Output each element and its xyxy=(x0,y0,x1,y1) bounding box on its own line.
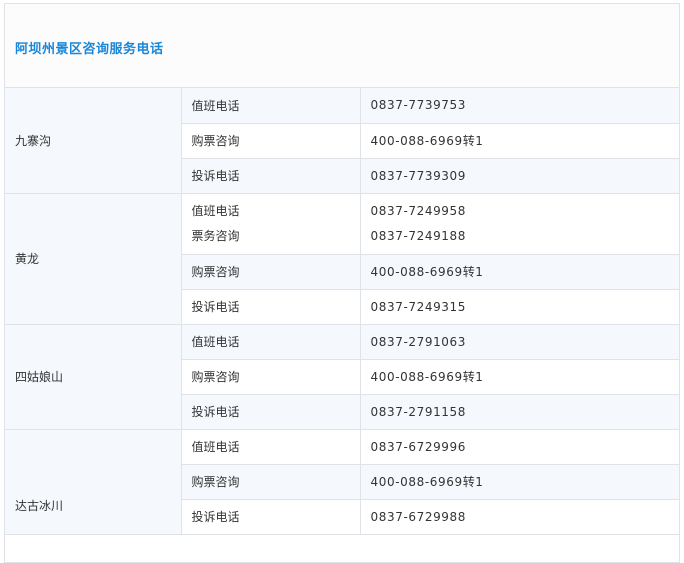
phone-number[interactable]: 0837-6729996 xyxy=(360,429,679,465)
phone-number: 0837-7249958 0837-7249188 xyxy=(360,193,679,255)
phone-number[interactable]: 0837-2791063 xyxy=(360,324,679,360)
phone-number[interactable]: 400-088-6969转1 xyxy=(360,254,679,290)
service-type: 购票咨询 xyxy=(181,464,361,500)
table-row: 四姑娘山 值班电话 0837-2791063 xyxy=(5,324,679,430)
service-type: 值班电话 票务咨询 xyxy=(181,193,361,255)
phone-number[interactable]: 400-088-6969转1 xyxy=(360,123,679,159)
service-type: 值班电话 xyxy=(181,429,361,465)
phone-number[interactable]: 0837-2791158 xyxy=(360,394,679,430)
phone-number-line[interactable]: 0837-7249188 xyxy=(371,224,670,249)
service-type-line: 值班电话 xyxy=(191,203,240,218)
service-type: 值班电话 xyxy=(181,88,361,124)
scenic-name-siguniangshan: 四姑娘山 xyxy=(5,324,182,430)
page-title: 阿坝州景区咨询服务电话 xyxy=(15,42,164,57)
service-type: 投诉电话 xyxy=(181,289,361,325)
phone-number[interactable]: 0837-6729988 xyxy=(360,499,679,535)
phone-number[interactable]: 0837-7739753 xyxy=(360,88,679,124)
table-header: 阿坝州景区咨询服务电话 xyxy=(5,4,679,88)
phone-number[interactable]: 0837-7249315 xyxy=(360,289,679,325)
table-row: 达古冰川 值班电话 0837-6729996 xyxy=(5,429,679,535)
phone-number[interactable]: 0837-7739309 xyxy=(360,158,679,194)
phone-table: 九寨沟 值班电话 0837-7739753 购票咨询 400-088-6969转… xyxy=(5,88,679,535)
service-type: 购票咨询 xyxy=(181,123,361,159)
scenic-name-jiuzhaigou: 九寨沟 xyxy=(5,88,182,194)
phone-number[interactable]: 400-088-6969转1 xyxy=(360,464,679,500)
service-type: 投诉电话 xyxy=(181,499,361,535)
scenic-name-daguglacier: 达古冰川 xyxy=(5,429,182,535)
service-type: 投诉电话 xyxy=(181,394,361,430)
service-type: 购票咨询 xyxy=(181,359,361,395)
service-type-line: 票务咨询 xyxy=(191,228,240,243)
service-type: 值班电话 xyxy=(181,324,361,360)
phone-number-line[interactable]: 0837-7249958 xyxy=(371,199,670,224)
scenic-name-huanglong: 黄龙 xyxy=(5,193,182,325)
service-type: 购票咨询 xyxy=(181,254,361,290)
service-type: 投诉电话 xyxy=(181,158,361,194)
table-row: 黄龙 值班电话 票务咨询 0837-7249958 0837-7249188 xyxy=(5,193,679,325)
table-row: 九寨沟 值班电话 0837-7739753 xyxy=(5,88,679,194)
phone-number[interactable]: 400-088-6969转1 xyxy=(360,359,679,395)
